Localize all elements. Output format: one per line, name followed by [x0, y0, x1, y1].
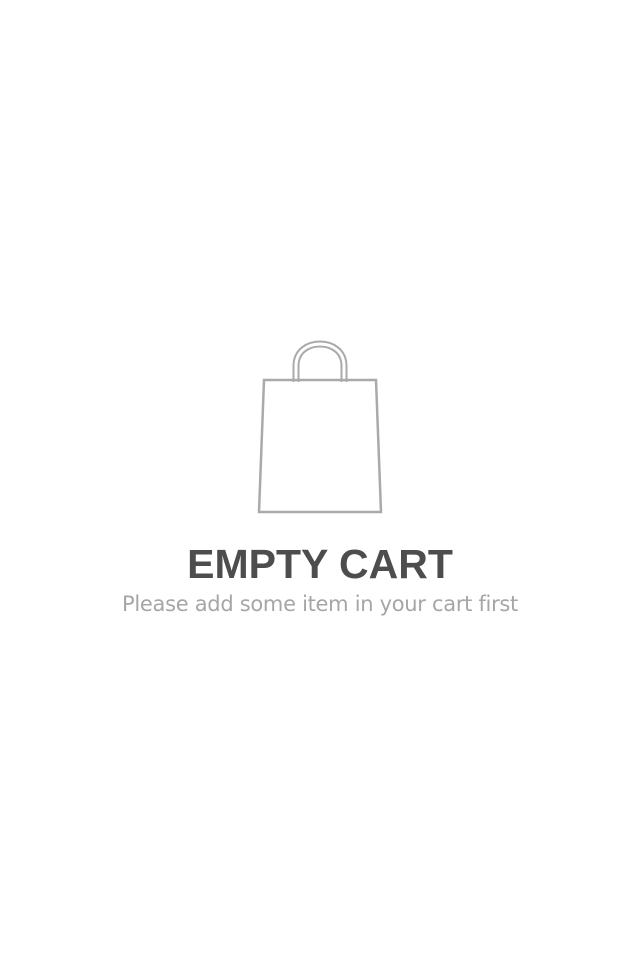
empty-cart-message: Please add some item in your cart first	[122, 592, 518, 616]
empty-cart-state: EMPTY CART Please add some item in your …	[0, 0, 640, 960]
cart-screen: EMPTY CART Please add some item in your …	[0, 0, 640, 960]
shopping-bag-icon	[256, 340, 384, 516]
empty-cart-title: EMPTY CART	[187, 541, 453, 587]
